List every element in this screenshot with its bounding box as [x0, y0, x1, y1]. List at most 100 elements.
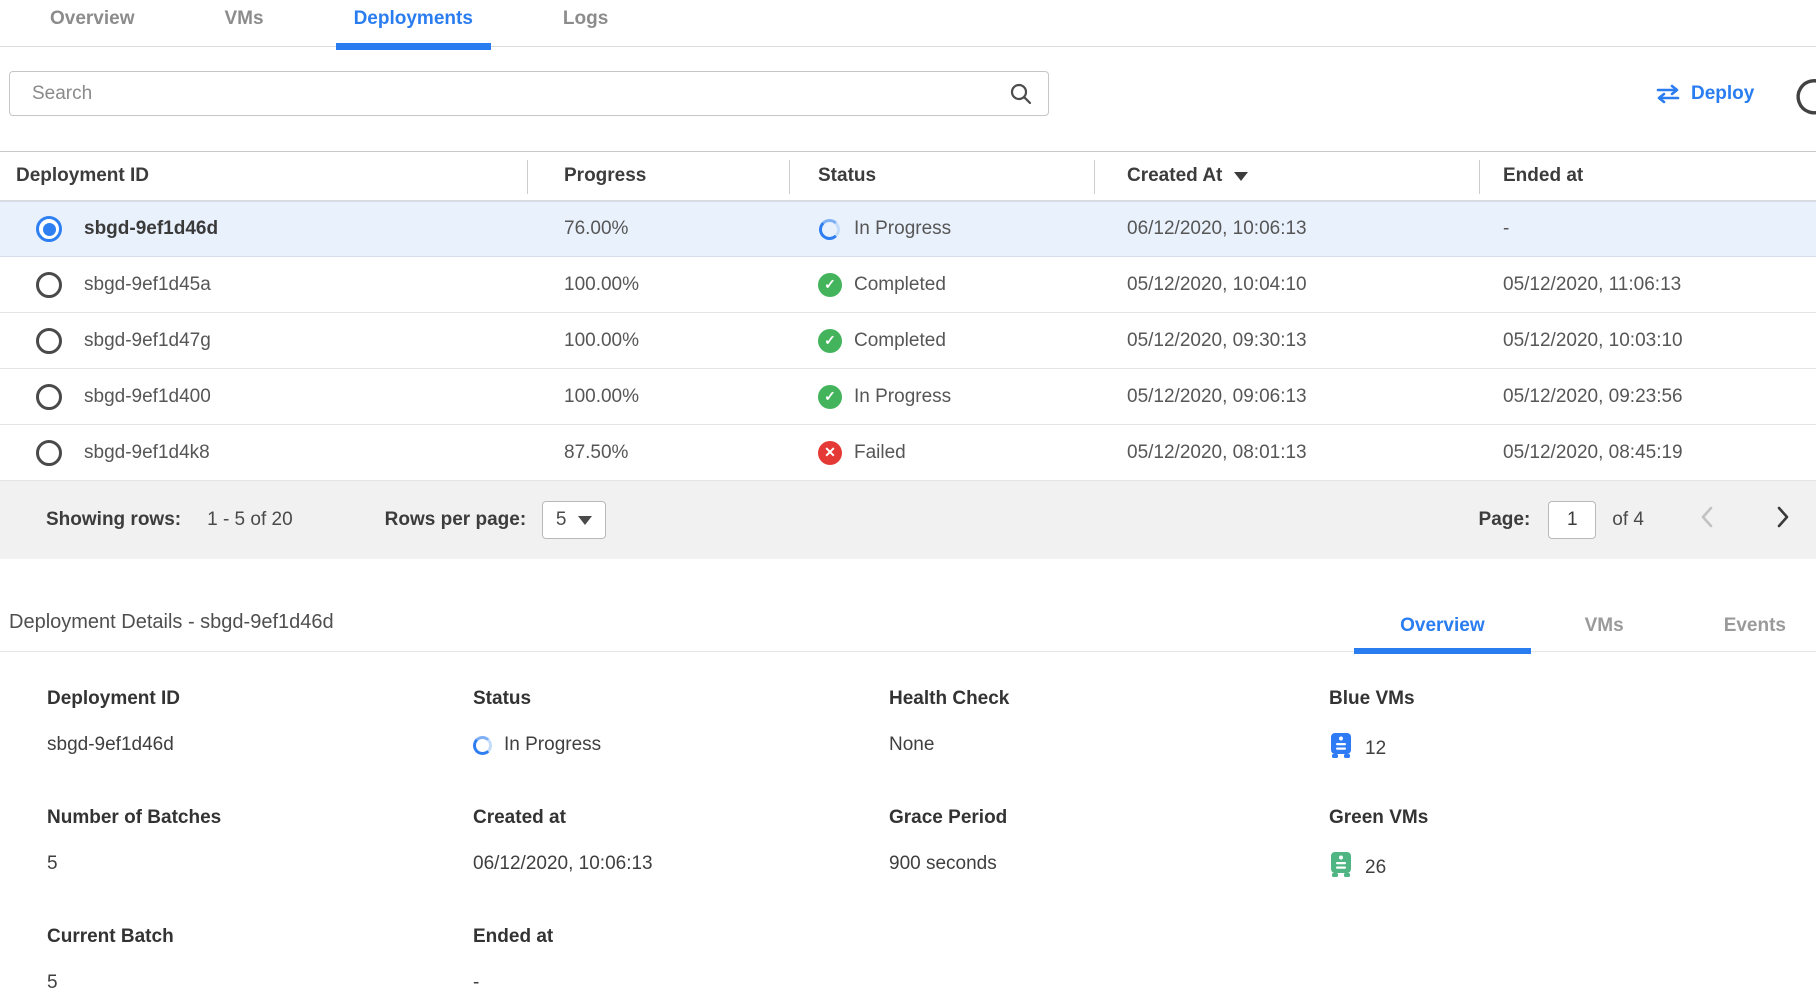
- field-label: Grace Period: [889, 807, 1329, 829]
- deploy-button[interactable]: Deploy: [1655, 83, 1754, 105]
- field-value: In Progress: [504, 734, 601, 756]
- empty-cell: [889, 926, 1329, 992]
- table-header-row: Deployment ID Progress Status Created At…: [0, 151, 1816, 201]
- rows-per-page-select[interactable]: 5: [542, 501, 606, 539]
- field-created-at: Created at 06/12/2020, 10:06:13: [473, 807, 889, 884]
- ended-at-cell: -: [1479, 218, 1816, 240]
- field-ended-at: Ended at -: [473, 926, 889, 992]
- field-value: sbgd-9ef1d46d: [47, 734, 174, 756]
- column-header-status[interactable]: Status: [789, 152, 1094, 200]
- progress-cell: 100.00%: [527, 274, 789, 296]
- table-row[interactable]: sbgd-9ef1d4k8 87.50% Failed 05/12/2020, …: [0, 425, 1816, 481]
- main-tabbar: Overview VMs Deployments Logs: [0, 0, 1816, 47]
- deployment-id-cell: sbgd-9ef1d47g: [84, 330, 211, 352]
- status-icon: [818, 441, 842, 465]
- table-pagination-bar: Showing rows: 1 - 5 of 20 Rows per page:…: [0, 481, 1816, 559]
- field-label: Status: [473, 688, 889, 710]
- search-icon: [1009, 82, 1033, 111]
- progress-cell: 76.00%: [527, 218, 789, 240]
- page-number-input[interactable]: [1548, 501, 1596, 539]
- column-header-deployment-id[interactable]: Deployment ID: [0, 152, 527, 200]
- rows-per-page-value: 5: [556, 509, 567, 531]
- rows-per-page-label: Rows per page:: [385, 509, 526, 531]
- field-value: 5: [47, 972, 58, 992]
- details-header: Deployment Details - sbgd-9ef1d46d Overv…: [0, 611, 1816, 652]
- details-tab-overview[interactable]: Overview: [1396, 615, 1489, 651]
- field-health-check: Health Check None: [889, 688, 1329, 765]
- field-green-vms: Green VMs 26: [1329, 807, 1816, 884]
- status-cell: In Progress: [854, 386, 951, 408]
- column-header-progress[interactable]: Progress: [527, 152, 789, 200]
- blue-vm-icon: [1329, 732, 1353, 765]
- progress-cell: 87.50%: [527, 442, 789, 464]
- created-at-cell: 05/12/2020, 09:06:13: [1094, 386, 1479, 408]
- tab-vms[interactable]: VMs: [221, 8, 268, 46]
- radio-button[interactable]: [36, 216, 62, 242]
- field-value: 900 seconds: [889, 853, 997, 875]
- deploy-swap-icon: [1655, 84, 1681, 104]
- details-tab-vms[interactable]: VMs: [1581, 615, 1628, 651]
- table-row[interactable]: sbgd-9ef1d400 100.00% In Progress 05/12/…: [0, 369, 1816, 425]
- created-at-cell: 05/12/2020, 09:30:13: [1094, 330, 1479, 352]
- page-total: of 4: [1612, 509, 1644, 531]
- field-label: Green VMs: [1329, 807, 1816, 829]
- tab-logs[interactable]: Logs: [559, 8, 612, 46]
- status-cell: Completed: [854, 274, 946, 296]
- status-icon: [818, 329, 842, 353]
- field-deployment-id: Deployment ID sbgd-9ef1d46d: [47, 688, 473, 765]
- details-grid: Deployment ID sbgd-9ef1d46d Status In Pr…: [0, 652, 1816, 992]
- created-at-cell: 05/12/2020, 08:01:13: [1094, 442, 1479, 464]
- field-value: 5: [47, 853, 58, 875]
- showing-rows-label: Showing rows:: [46, 509, 181, 531]
- created-at-cell: 06/12/2020, 10:06:13: [1094, 218, 1479, 240]
- page-label: Page:: [1479, 509, 1531, 531]
- chevron-right-icon[interactable]: [1776, 505, 1790, 535]
- status-icon: [818, 385, 842, 409]
- tab-overview[interactable]: Overview: [46, 8, 139, 46]
- column-header-created-at[interactable]: Created At: [1094, 152, 1479, 200]
- tab-deployments[interactable]: Deployments: [350, 8, 477, 46]
- deployment-id-cell: sbgd-9ef1d46d: [84, 218, 218, 240]
- chevron-left-icon[interactable]: [1700, 505, 1714, 535]
- deployment-id-cell: sbgd-9ef1d4k8: [84, 442, 210, 464]
- table-row[interactable]: sbgd-9ef1d46d 76.00% In Progress 06/12/2…: [0, 201, 1816, 257]
- details-tab-events[interactable]: Events: [1720, 615, 1790, 651]
- field-status: Status In Progress: [473, 688, 889, 765]
- field-blue-vms: Blue VMs 12: [1329, 688, 1816, 765]
- field-value: 06/12/2020, 10:06:13: [473, 853, 653, 875]
- radio-button[interactable]: [36, 384, 62, 410]
- field-label: Health Check: [889, 688, 1329, 710]
- field-number-of-batches: Number of Batches 5: [47, 807, 473, 884]
- status-icon: [818, 273, 842, 297]
- table-row[interactable]: sbgd-9ef1d47g 100.00% Completed 05/12/20…: [0, 313, 1816, 369]
- field-label: Number of Batches: [47, 807, 473, 829]
- field-label: Created at: [473, 807, 889, 829]
- field-label: Current Batch: [47, 926, 473, 948]
- status-cell: In Progress: [854, 218, 951, 240]
- field-label: Ended at: [473, 926, 889, 948]
- toolbar: Deploy: [0, 47, 1816, 151]
- status-cell: Failed: [854, 442, 906, 464]
- ended-at-cell: 05/12/2020, 08:45:19: [1479, 442, 1816, 464]
- refresh-icon[interactable]: [1792, 77, 1816, 126]
- sort-desc-icon[interactable]: [1234, 172, 1248, 181]
- field-value: -: [473, 972, 479, 992]
- in-progress-spinner-icon: [473, 736, 492, 755]
- empty-cell: [1329, 926, 1816, 992]
- chevron-down-icon: [578, 516, 592, 525]
- radio-button[interactable]: [36, 440, 62, 466]
- details-title: Deployment Details - sbgd-9ef1d46d: [0, 611, 334, 651]
- radio-button[interactable]: [36, 272, 62, 298]
- status-cell: Completed: [854, 330, 946, 352]
- column-header-ended-at[interactable]: Ended at: [1479, 152, 1816, 200]
- radio-button[interactable]: [36, 328, 62, 354]
- field-value: 26: [1365, 857, 1386, 879]
- search-input[interactable]: [9, 71, 1049, 116]
- table-row[interactable]: sbgd-9ef1d45a 100.00% Completed 05/12/20…: [0, 257, 1816, 313]
- showing-rows-value: 1 - 5 of 20: [207, 509, 293, 531]
- field-current-batch: Current Batch 5: [47, 926, 473, 992]
- deploy-button-label: Deploy: [1691, 83, 1754, 105]
- created-at-cell: 05/12/2020, 10:04:10: [1094, 274, 1479, 296]
- field-value: 12: [1365, 738, 1386, 760]
- ended-at-cell: 05/12/2020, 11:06:13: [1479, 274, 1816, 296]
